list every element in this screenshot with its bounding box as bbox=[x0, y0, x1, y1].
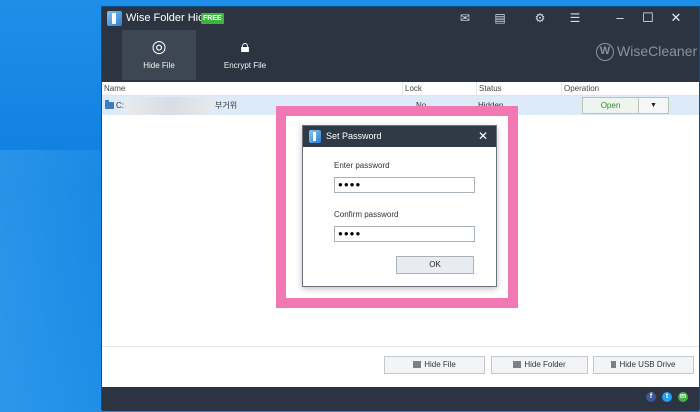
enter-password-field[interactable]: ●●●● bbox=[334, 177, 475, 193]
column-name[interactable]: Name bbox=[102, 82, 403, 96]
open-button[interactable]: Open bbox=[582, 97, 639, 114]
hide-file-tab-label: Hide File bbox=[143, 61, 175, 70]
divider bbox=[102, 346, 699, 347]
usb-icon bbox=[611, 361, 617, 368]
dialog-close-button[interactable]: ✕ bbox=[473, 128, 493, 145]
maximize-button[interactable]: ☐ bbox=[634, 8, 662, 28]
facebook-icon[interactable]: f bbox=[646, 392, 656, 402]
settings-icon[interactable]: ⚙ bbox=[529, 9, 551, 27]
hide-folder-button[interactable]: Hide Folder bbox=[491, 356, 588, 374]
folder-icon bbox=[513, 361, 522, 368]
eye-slash-icon: ◎ bbox=[151, 37, 167, 56]
hide-file-button[interactable]: Hide File bbox=[384, 356, 485, 374]
title-bar: Wise Folder Hider FREE ✉ ▤ ⚙ ☰ – ☐ ✕ ◎ H… bbox=[102, 7, 699, 82]
twitter-icon[interactable]: t bbox=[662, 392, 672, 402]
status-bar: f t m bbox=[102, 387, 699, 411]
redacted-path bbox=[124, 97, 214, 115]
hide-file-button-label: Hide File bbox=[424, 360, 456, 369]
lock-icon: 🔒︎ bbox=[240, 37, 250, 56]
encrypt-file-tab[interactable]: 🔒︎ Encrypt File bbox=[210, 30, 280, 80]
dialog-title-bar: Set Password ✕ bbox=[303, 126, 496, 147]
folder-icon bbox=[105, 100, 114, 109]
enter-password-label: Enter password bbox=[334, 161, 390, 170]
feedback-icon[interactable]: ▤ bbox=[489, 9, 511, 27]
operation-dropdown-button[interactable]: ▼ bbox=[639, 97, 669, 114]
hide-usb-button[interactable]: Hide USB Drive bbox=[593, 356, 694, 374]
hide-folder-button-label: Hide Folder bbox=[524, 360, 566, 369]
close-button[interactable]: ✕ bbox=[662, 8, 690, 28]
column-lock[interactable]: Lock bbox=[403, 82, 477, 96]
brand-logo: W WiseCleaner bbox=[596, 43, 698, 62]
confirm-password-field[interactable]: ●●●● bbox=[334, 226, 475, 242]
app-logo-icon bbox=[107, 11, 122, 26]
table-header: Name Lock Status Operation bbox=[102, 82, 699, 96]
desktop-background bbox=[0, 150, 110, 412]
message-icon[interactable]: m bbox=[678, 392, 688, 402]
menu-icon[interactable]: ☰ bbox=[564, 9, 586, 27]
file-icon bbox=[413, 361, 422, 368]
hide-usb-button-label: Hide USB Drive bbox=[619, 360, 676, 369]
row-path-suffix: 부거위 bbox=[215, 101, 238, 110]
hide-file-tab[interactable]: ◎ Hide File bbox=[122, 30, 196, 80]
brand-text: WiseCleaner bbox=[617, 43, 698, 59]
ok-button[interactable]: OK bbox=[396, 256, 474, 274]
encrypt-file-tab-label: Encrypt File bbox=[223, 61, 267, 70]
minimize-button[interactable]: – bbox=[606, 8, 634, 28]
mail-icon[interactable]: ✉ bbox=[454, 9, 476, 27]
wisecleaner-logo-icon: W bbox=[596, 43, 614, 62]
confirm-password-label: Confirm password bbox=[334, 210, 399, 219]
set-password-dialog: Set Password ✕ Enter password ●●●● Confi… bbox=[302, 125, 497, 287]
dialog-logo-icon bbox=[309, 130, 321, 143]
dialog-title: Set Password bbox=[326, 131, 382, 141]
free-badge: FREE bbox=[201, 13, 224, 24]
column-status[interactable]: Status bbox=[477, 82, 562, 96]
column-operation[interactable]: Operation bbox=[562, 82, 700, 96]
